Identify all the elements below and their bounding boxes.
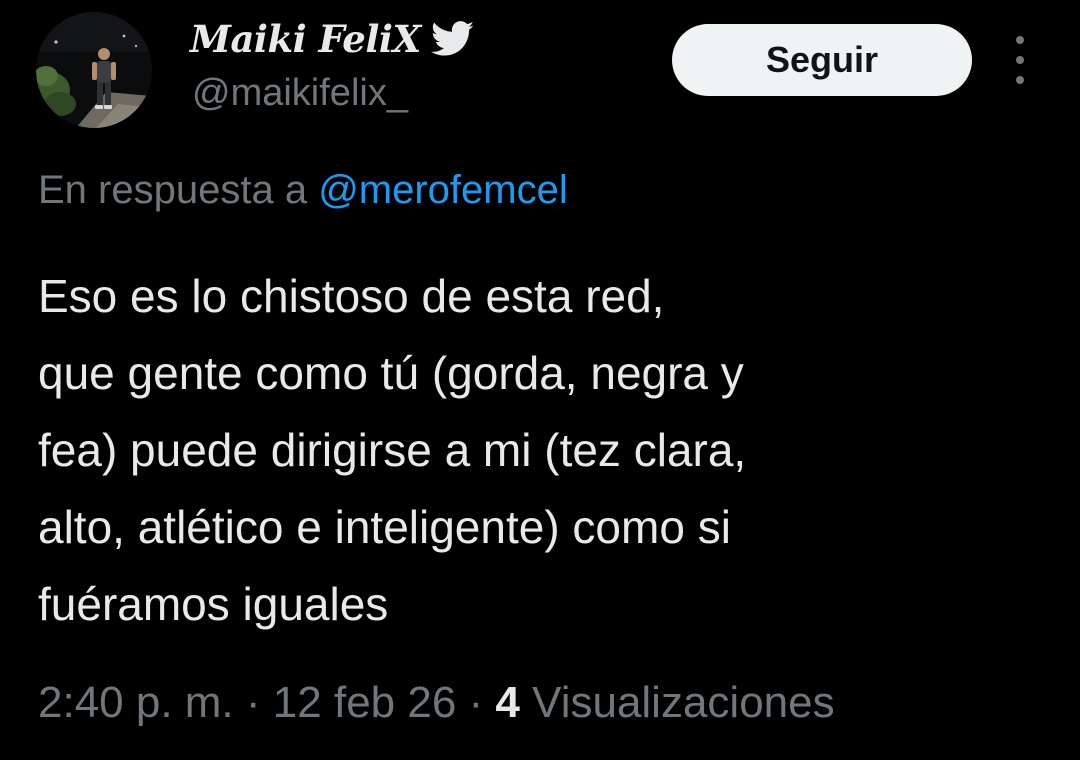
reply-prefix: En respuesta a — [38, 168, 308, 212]
more-dot — [1016, 76, 1024, 84]
avatar-photo — [36, 12, 152, 128]
tweet-text: Eso es lo chistoso de esta red, que gent… — [38, 258, 1048, 643]
tweet-text-line: Eso es lo chistoso de esta red, — [38, 270, 665, 322]
twitter-bird-icon — [430, 21, 475, 57]
author-name-row: Maiki FeliX — [190, 12, 475, 66]
tweet-text-line: fuéramos iguales — [38, 578, 389, 630]
avatar[interactable] — [36, 12, 152, 128]
reply-context: En respuesta a @merofemcel — [38, 168, 568, 213]
more-vertical-icon[interactable] — [1004, 36, 1036, 84]
views-label: Visualizaciones — [532, 678, 835, 727]
tweet-card: Maiki FeliX @maikifelix_ Seguir En respu… — [0, 0, 1080, 760]
author-handle[interactable]: @maikifelix_ — [192, 72, 408, 115]
tweet-date[interactable]: 12 feb 26 — [273, 678, 457, 727]
tweet-text-line: que gente como tú (gorda, negra y — [38, 347, 744, 399]
meta-separator: · — [245, 678, 261, 727]
follow-button[interactable]: Seguir — [672, 24, 972, 96]
tweet-text-line: alto, atlético e inteligente) como si — [38, 501, 731, 553]
tweet-meta: 2:40 p. m. · 12 feb 26 · 4 Visualizacion… — [38, 678, 835, 728]
more-dot — [1016, 56, 1024, 64]
tweet-time[interactable]: 2:40 p. m. — [38, 678, 234, 727]
tweet-text-line: fea) puede dirigirse a mi (tez clara, — [38, 424, 747, 476]
views-count: 4 — [495, 678, 520, 727]
meta-separator: · — [468, 678, 484, 727]
more-dot — [1016, 36, 1024, 44]
reply-mention-link[interactable]: @merofemcel — [318, 168, 568, 212]
author-display-name[interactable]: Maiki FeliX — [190, 17, 421, 61]
